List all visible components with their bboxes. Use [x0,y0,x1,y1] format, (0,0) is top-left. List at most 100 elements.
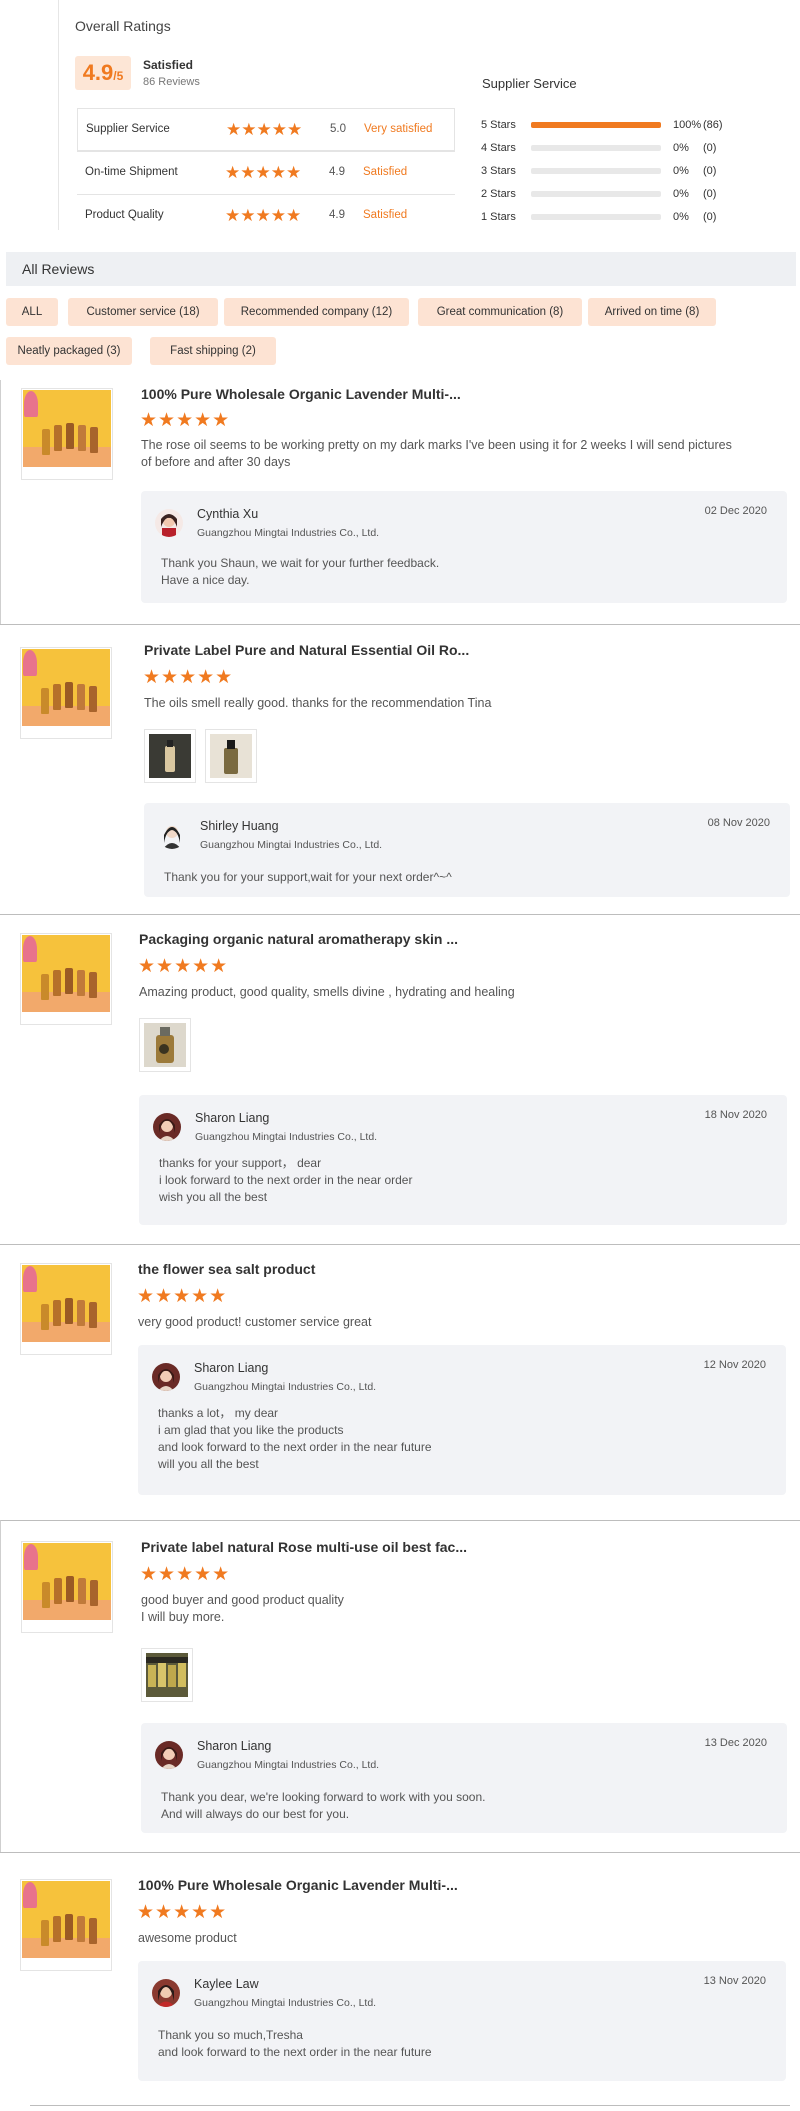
star-distribution-percent: 0% [673,211,689,223]
star-distribution-label: 2 Stars [481,188,516,200]
star-distribution-count: (0) [703,165,717,177]
star-distribution-bar [531,168,661,174]
reply-author-name: Sharon Liang [195,1111,270,1125]
rating-detail-score: 4.9 [329,166,345,178]
reply-company: Guangzhou Mingtai Industries Co., Ltd. [197,527,380,539]
filter-tag-recommended-company[interactable]: Recommended company (12) [224,298,409,326]
filter-tag-neatly-packaged[interactable]: Neatly packaged (3) [6,337,132,365]
star-distribution-bar [531,122,661,128]
overall-score: 4.9 [82,60,114,85]
star-rating-icon: ★★★★★ [138,956,229,977]
review-product-title[interactable]: Private label natural Rose multi-use oil… [141,1539,467,1555]
star-rating-icon: ★★★★★ [225,163,302,182]
reviews-page: Overall Ratings 4.9/5 Satisfied 86 Revie… [0,0,800,2111]
review-item: 100% Pure Wholesale Organic Lavender Mul… [0,1852,800,2106]
reply-author-name: Cynthia Xu [197,507,259,521]
rating-detail-text: Satisfied [363,209,408,221]
supplier-reply: Cynthia Xu Guangzhou Mingtai Industries … [141,491,787,603]
product-thumbnail[interactable] [21,388,113,480]
star-distribution: 5 Stars 100% (86) 4 Stars 0% (0) 3 Stars… [481,116,761,231]
product-thumbnail[interactable] [20,1879,112,1971]
filter-tag-arrived-on-time[interactable]: Arrived on time (8) [588,298,716,326]
rating-detail-label: On-time Shipment [85,166,178,178]
rating-detail-row: Supplier Service ★★★★★ 5.0 Very satisfie… [77,108,455,151]
product-thumbnail[interactable] [20,933,112,1025]
star-rating-icon: ★★★★★ [137,1902,228,1923]
overall-ratings-title: Overall Ratings [75,18,171,34]
reply-text: thanks for your support， dear i look for… [159,1156,413,1204]
star-distribution-row: 4 Stars 0% (0) [481,139,761,162]
reply-company: Guangzhou Mingtai Industries Co., Ltd. [197,1759,380,1771]
star-distribution-count: (86) [703,119,723,131]
star-distribution-row: 3 Stars 0% (0) [481,162,761,185]
reply-company: Guangzhou Mingtai Industries Co., Ltd. [194,1381,377,1393]
star-distribution-count: (0) [703,188,717,200]
reply-text: thanks a lot， my dear i am glad that you… [158,1406,432,1471]
filter-tag-all[interactable]: ALL [6,298,58,326]
rating-detail-label: Product Quality [85,209,164,221]
review-product-title[interactable]: Private Label Pure and Natural Essential… [144,642,469,658]
product-thumbnail[interactable] [20,647,112,739]
star-distribution-label: 3 Stars [481,165,516,177]
filter-tag-great-communication[interactable]: Great communication (8) [418,298,582,326]
reply-company: Guangzhou Mingtai Industries Co., Ltd. [200,839,383,851]
reply-date: 02 Dec 2020 [704,505,767,517]
overall-status: Satisfied [143,58,194,72]
star-distribution-percent: 0% [673,165,689,177]
review-text: good buyer and good product quality I wi… [141,1593,344,1624]
supplier-reply: Kaylee Law Guangzhou Mingtai Industries … [138,1961,786,2081]
star-distribution-count: (0) [703,211,717,223]
supplier-reply: Sharon Liang Guangzhou Mingtai Industrie… [139,1095,787,1225]
review-photo[interactable] [144,729,196,783]
star-rating-icon: ★★★★★ [226,120,303,139]
review-text: The oils smell really good. thanks for t… [144,696,492,710]
review-product-title[interactable]: the flower sea salt product [138,1261,315,1277]
avatar [155,1741,183,1769]
review-item: Private label natural Rose multi-use oil… [0,1520,800,1852]
review-photo[interactable] [139,1018,191,1072]
star-distribution-row: 2 Stars 0% (0) [481,185,761,208]
overall-score-badge: 4.9/5 [75,56,131,90]
reply-text: Thank you for your support,wait for your… [164,870,452,884]
star-rating-icon: ★★★★★ [225,206,302,225]
reply-company: Guangzhou Mingtai Industries Co., Ltd. [195,1131,378,1143]
overall-score-suffix: /5 [113,69,124,83]
rating-detail-row: Product Quality ★★★★★ 4.9 Satisfied [77,194,455,237]
star-distribution-count: (0) [703,142,717,154]
reply-author-name: Sharon Liang [197,1739,272,1753]
review-product-title[interactable]: Packaging organic natural aromatherapy s… [139,931,458,947]
rating-detail-text: Satisfied [363,166,408,178]
star-distribution-fill [531,122,661,128]
star-distribution-percent: 0% [673,188,689,200]
reply-date: 18 Nov 2020 [704,1109,767,1121]
star-distribution-percent: 100% [673,119,702,131]
star-distribution-percent: 0% [673,142,689,154]
product-thumbnail[interactable] [21,1541,113,1633]
star-distribution-label: 4 Stars [481,142,516,154]
review-item: Private Label Pure and Natural Essential… [0,624,800,914]
reply-date: 13 Nov 2020 [703,1975,766,1987]
star-distribution-row: 5 Stars 100% (86) [481,116,761,139]
filter-tag-customer-service[interactable]: Customer service (18) [68,298,218,326]
supplier-service-title: Supplier Service [482,76,577,91]
star-rating-icon: ★★★★★ [140,410,231,431]
star-rating-icon: ★★★★★ [143,667,234,688]
reply-author-name: Sharon Liang [194,1361,269,1375]
reply-author-name: Kaylee Law [194,1977,259,1991]
review-product-title[interactable]: 100% Pure Wholesale Organic Lavender Mul… [138,1877,458,1893]
rating-detail-text: Very satisfied [364,123,433,135]
supplier-reply: Sharon Liang Guangzhou Mingtai Industrie… [141,1723,787,1833]
filter-tag-fast-shipping[interactable]: Fast shipping (2) [150,337,276,365]
review-photo[interactable] [205,729,257,783]
review-item: Packaging organic natural aromatherapy s… [0,914,800,1244]
reply-date: 13 Dec 2020 [704,1737,767,1749]
review-product-title[interactable]: 100% Pure Wholesale Organic Lavender Mul… [141,386,461,402]
rating-detail-label: Supplier Service [86,123,170,135]
star-rating-icon: ★★★★★ [137,1286,228,1307]
review-text: Amazing product, good quality, smells di… [139,985,515,999]
product-thumbnail[interactable] [20,1263,112,1355]
review-photo[interactable] [141,1648,193,1702]
review-item: the flower sea salt product ★★★★★ very g… [0,1244,800,1520]
avatar [153,1113,181,1141]
avatar [152,1363,180,1391]
